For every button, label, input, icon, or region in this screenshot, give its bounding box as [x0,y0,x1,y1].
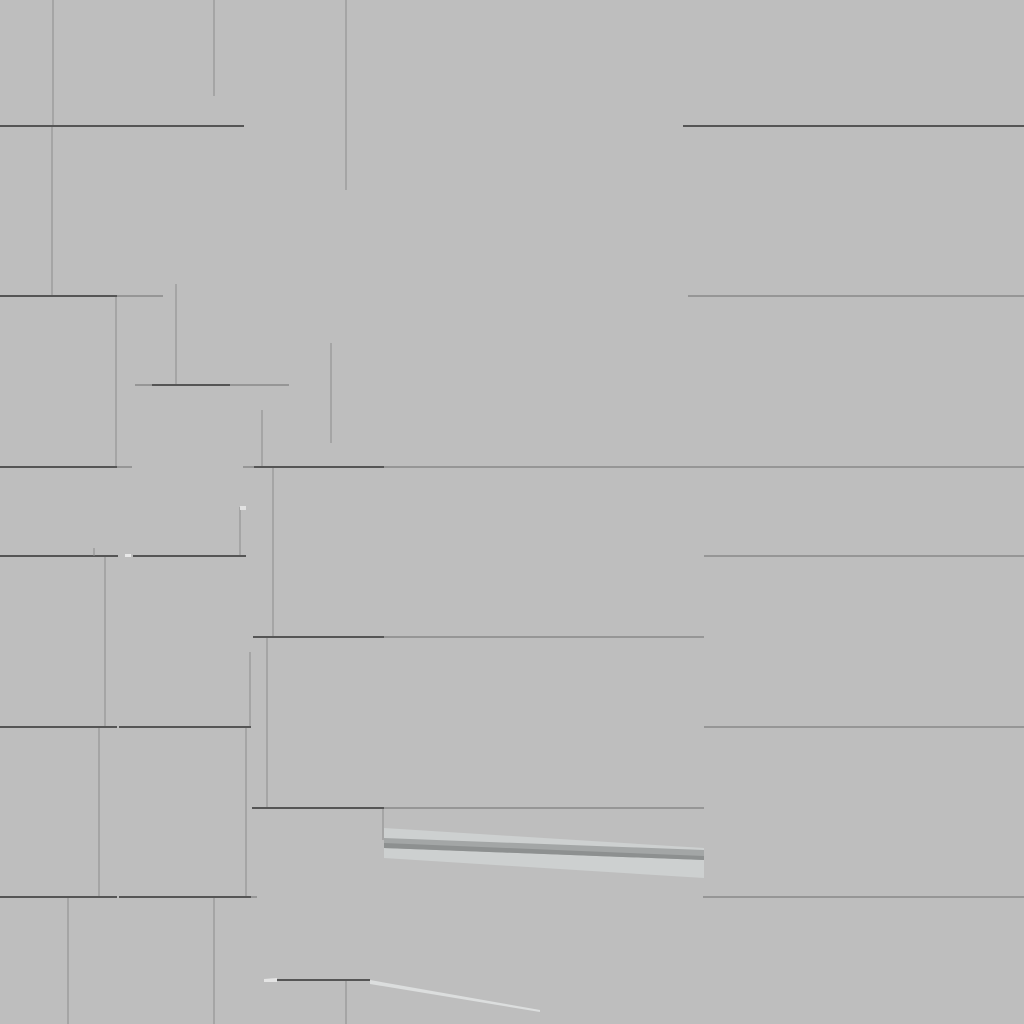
bracket-highlight [240,506,246,510]
scene-background [0,0,1024,1024]
viewport-canvas [0,0,1024,1024]
scene-wireframe [0,0,1024,1024]
bracket-tick [125,554,131,557]
